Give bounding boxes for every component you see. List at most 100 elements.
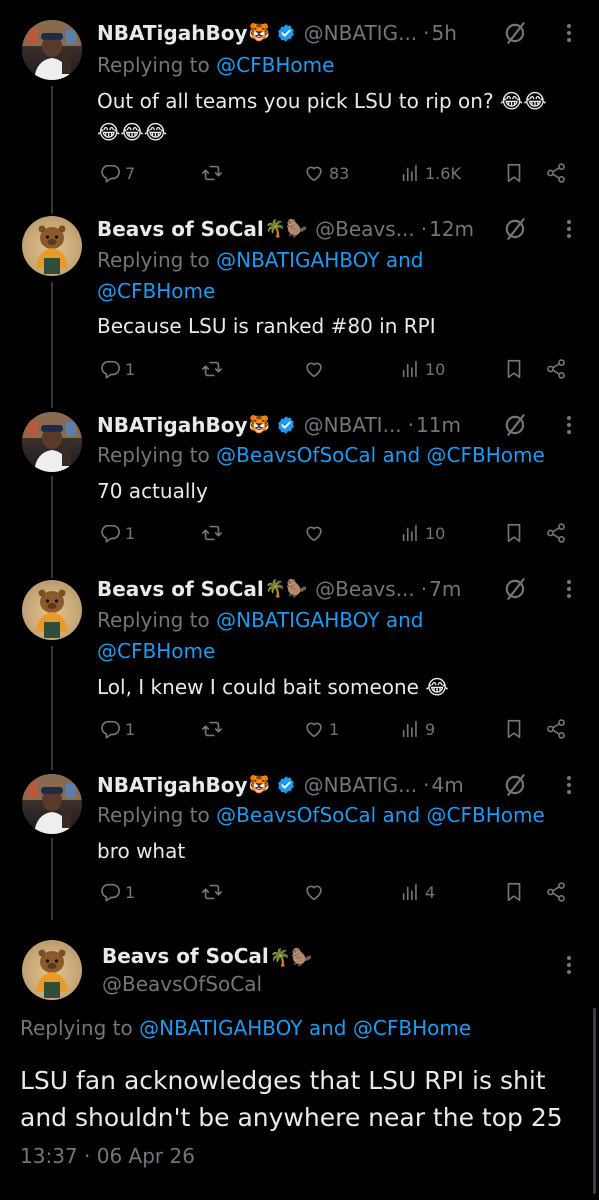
handle[interactable]: @NBATIG... xyxy=(304,21,418,45)
bookmark-button[interactable] xyxy=(503,518,525,548)
handle[interactable]: @Beavs... xyxy=(315,217,415,241)
like-button[interactable] xyxy=(303,518,329,548)
repost-icon xyxy=(202,165,222,181)
more-icon[interactable] xyxy=(560,20,578,46)
reply-button[interactable]: 1 xyxy=(99,518,135,548)
handle[interactable]: @Beavs... xyxy=(315,577,415,601)
grok-icon[interactable] xyxy=(503,20,529,46)
mention-link[interactable]: @CFBHome xyxy=(97,279,215,303)
share-button[interactable] xyxy=(545,714,567,744)
mention-link[interactable]: @BeavsOfSoCal xyxy=(216,443,376,467)
timestamp[interactable]: 11m xyxy=(416,413,461,437)
bookmark-icon xyxy=(507,359,521,379)
avatar[interactable] xyxy=(22,216,82,276)
repost-button[interactable] xyxy=(201,714,223,744)
avatar[interactable] xyxy=(22,940,82,1000)
reply-tweet[interactable]: NBATigahBoy 🐯 @NBATIG... · 4m Replying t… xyxy=(0,760,599,922)
grok-icon[interactable] xyxy=(503,216,529,242)
views-button[interactable]: 4 xyxy=(399,877,435,907)
repost-icon xyxy=(202,525,222,541)
mention-link[interactable]: @NBATIGAHBOY xyxy=(216,248,379,272)
like-button[interactable] xyxy=(303,877,329,907)
reply-tweet[interactable]: Beavs of SoCal 🌴🦫 @Beavs... · 12m Replyi… xyxy=(0,200,599,396)
avatar[interactable] xyxy=(22,774,82,834)
mention-link[interactable]: @BeavsOfSoCal xyxy=(216,803,376,827)
tweet-timestamp[interactable]: 13:37 · 06 Apr 26 xyxy=(20,1144,195,1168)
mention-link[interactable]: @NBATIGAHBOY xyxy=(139,1016,302,1040)
tweet-actions: 1 10 xyxy=(97,354,577,384)
avatar-image xyxy=(36,949,68,998)
scrollbar[interactable] xyxy=(593,1008,596,1194)
display-name[interactable]: Beavs of SoCal xyxy=(97,577,264,601)
handle[interactable]: @NBATI... xyxy=(304,413,402,437)
more-icon[interactable] xyxy=(560,412,578,438)
reply-tweet[interactable]: NBATigahBoy 🐯 @NBATI... · 11m Replying t… xyxy=(0,396,599,566)
handle[interactable]: @BeavsOfSoCal xyxy=(102,972,262,996)
main-display-name[interactable]: Beavs of SoCal🌴🦫 xyxy=(102,944,312,968)
mention-link[interactable]: @CFBHome xyxy=(97,639,215,663)
repost-button[interactable] xyxy=(201,158,223,188)
name-emoji: 🌴🦫 xyxy=(264,219,308,239)
bookmark-button[interactable] xyxy=(503,354,525,384)
avatar[interactable] xyxy=(22,412,82,472)
share-icon xyxy=(547,719,565,739)
like-button[interactable] xyxy=(303,354,329,384)
timestamp[interactable]: 12m xyxy=(429,217,474,241)
bookmark-button[interactable] xyxy=(503,877,525,907)
reply-button[interactable]: 7 xyxy=(99,158,135,188)
mention-link[interactable]: @CFBHome xyxy=(216,53,334,77)
like-icon xyxy=(306,362,322,378)
handle[interactable]: @NBATIG... xyxy=(304,773,418,797)
tweet-text: 70 actually xyxy=(97,476,208,507)
display-name[interactable]: Beavs of SoCal xyxy=(102,944,269,968)
avatar[interactable] xyxy=(22,580,82,640)
like-count: 1 xyxy=(329,719,340,739)
timestamp[interactable]: 7m xyxy=(429,577,461,601)
share-button[interactable] xyxy=(545,877,567,907)
avatar-image xyxy=(22,774,82,834)
grok-icon[interactable] xyxy=(503,412,529,438)
verified-badge-icon xyxy=(277,24,294,42)
like-button[interactable]: 1 xyxy=(303,714,339,744)
bookmark-button[interactable] xyxy=(503,714,525,744)
bookmark-icon xyxy=(507,882,521,902)
share-button[interactable] xyxy=(545,354,567,384)
mention-link[interactable]: @CFBHome xyxy=(353,1016,471,1040)
grok-icon[interactable] xyxy=(503,576,529,602)
mention-and: and xyxy=(385,608,424,632)
tweet-actions: 7 83 1.6K xyxy=(97,158,577,188)
bookmark-icon xyxy=(507,719,521,739)
display-name[interactable]: NBATigahBoy xyxy=(97,773,247,797)
grok-icon[interactable] xyxy=(503,772,529,798)
views-button[interactable]: 1.6K xyxy=(399,158,461,188)
display-name[interactable]: NBATigahBoy xyxy=(97,413,247,437)
reply-tweet[interactable]: Beavs of SoCal 🌴🦫 @Beavs... · 7m Replyin… xyxy=(0,566,599,760)
avatar[interactable] xyxy=(22,20,82,80)
mention-link[interactable]: @CFBHome xyxy=(427,443,545,467)
reply-button[interactable]: 1 xyxy=(99,877,135,907)
timestamp[interactable]: 4m xyxy=(432,773,464,797)
repost-button[interactable] xyxy=(201,354,223,384)
more-icon[interactable] xyxy=(560,576,578,602)
reply-button[interactable]: 1 xyxy=(99,714,135,744)
mention-link[interactable]: @CFBHome xyxy=(427,803,545,827)
display-name[interactable]: NBATigahBoy xyxy=(97,21,247,45)
more-icon[interactable] xyxy=(560,772,578,798)
more-icon[interactable] xyxy=(560,216,578,242)
views-button[interactable]: 10 xyxy=(399,354,445,384)
share-icon xyxy=(547,163,565,183)
reply-tweet[interactable]: NBATigahBoy 🐯 @NBATIG... · 5h Replying t… xyxy=(0,0,599,200)
views-button[interactable]: 9 xyxy=(399,714,435,744)
mention-link[interactable]: @NBATIGAHBOY xyxy=(216,608,379,632)
display-name[interactable]: Beavs of SoCal xyxy=(97,217,264,241)
share-button[interactable] xyxy=(545,518,567,548)
views-button[interactable]: 10 xyxy=(399,518,445,548)
timestamp[interactable]: 5h xyxy=(432,21,457,45)
bookmark-button[interactable] xyxy=(503,158,525,188)
repost-button[interactable] xyxy=(201,877,223,907)
reply-button[interactable]: 1 xyxy=(99,354,135,384)
repost-button[interactable] xyxy=(201,518,223,548)
more-icon[interactable] xyxy=(560,952,578,978)
like-button[interactable]: 83 xyxy=(303,158,349,188)
share-button[interactable] xyxy=(545,158,567,188)
